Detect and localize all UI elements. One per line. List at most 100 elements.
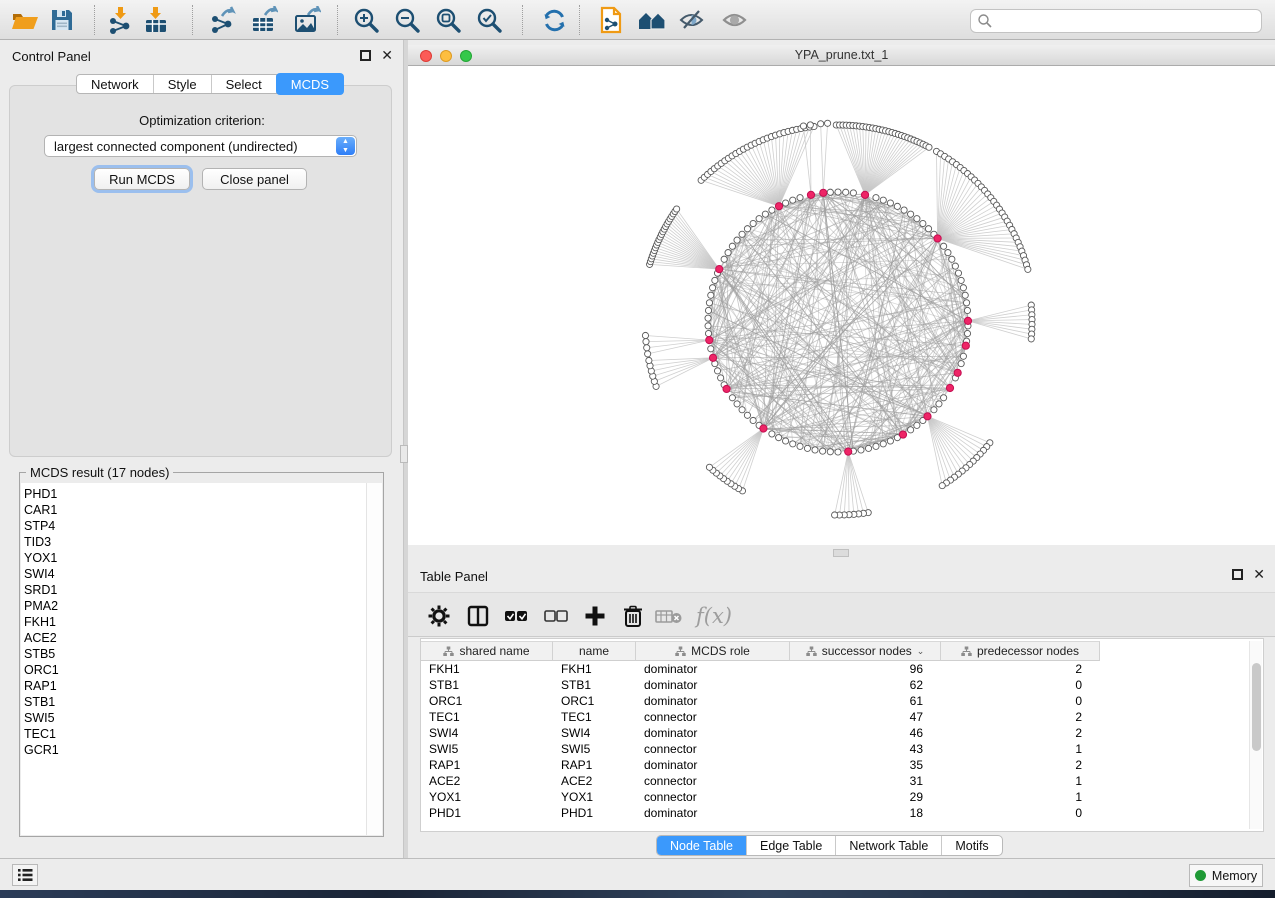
cell-predecessor-nodes[interactable]: 1 (941, 741, 1100, 757)
cell-successor-nodes[interactable]: 31 (790, 773, 941, 789)
hide-selected-button[interactable] (675, 4, 709, 36)
cell-predecessor-nodes[interactable]: 0 (941, 805, 1100, 821)
mcds-result-item[interactable]: ACE2 (24, 630, 382, 646)
deselect-all-rows-button[interactable] (541, 601, 571, 631)
cell-successor-nodes[interactable]: 62 (790, 677, 941, 693)
cell-MCDS-role[interactable]: connector (636, 741, 790, 757)
cell-name[interactable]: TEC1 (553, 709, 636, 725)
cell-shared-name[interactable]: FKH1 (421, 661, 553, 677)
table-scrollbar-thumb[interactable] (1252, 663, 1261, 751)
zoom-selected-button[interactable] (472, 4, 506, 36)
save-session-button[interactable] (45, 4, 79, 36)
tab-network[interactable]: Network (77, 75, 154, 93)
tab-mcds[interactable]: MCDS (276, 73, 344, 95)
mcds-result-item[interactable]: PMA2 (24, 598, 382, 614)
table-row[interactable]: RAP1RAP1dominator352 (421, 757, 1100, 773)
tab-edge-table[interactable]: Edge Table (747, 836, 836, 855)
mcds-result-item[interactable]: TEC1 (24, 726, 382, 742)
cell-successor-nodes[interactable]: 35 (790, 757, 941, 773)
cell-name[interactable]: YOX1 (553, 789, 636, 805)
delete-columns-button[interactable] (618, 601, 648, 631)
horizontal-splitter-grip[interactable] (833, 549, 849, 557)
cell-name[interactable]: PHD1 (553, 805, 636, 821)
zoom-out-button[interactable] (390, 4, 424, 36)
delete-table-button[interactable] (654, 601, 684, 631)
cell-shared-name[interactable]: SWI5 (421, 741, 553, 757)
tab-motifs[interactable]: Motifs (942, 836, 1001, 855)
show-all-button[interactable] (718, 4, 752, 36)
cell-predecessor-nodes[interactable]: 2 (941, 709, 1100, 725)
network-window-titlebar[interactable]: YPA_prune.txt_1 (408, 45, 1275, 66)
table-options-button[interactable] (424, 601, 454, 631)
column-header-MCDS-role[interactable]: MCDS role (636, 641, 790, 661)
table-row[interactable]: FKH1FKH1dominator962 (421, 661, 1100, 677)
column-header-predecessor-nodes[interactable]: predecessor nodes (941, 641, 1100, 661)
table-row[interactable]: SWI5SWI5connector431 (421, 741, 1100, 757)
run-mcds-button[interactable]: Run MCDS (94, 168, 190, 190)
table-row[interactable]: TEC1TEC1connector472 (421, 709, 1100, 725)
cell-name[interactable]: RAP1 (553, 757, 636, 773)
network-canvas[interactable] (408, 66, 1275, 545)
cell-name[interactable]: SWI4 (553, 725, 636, 741)
zoom-fit-button[interactable] (431, 4, 465, 36)
cell-shared-name[interactable]: ACE2 (421, 773, 553, 789)
mcds-result-item[interactable]: FKH1 (24, 614, 382, 630)
mcds-result-item[interactable]: STB1 (24, 694, 382, 710)
tab-node-table[interactable]: Node Table (657, 836, 747, 855)
cell-predecessor-nodes[interactable]: 2 (941, 757, 1100, 773)
cell-shared-name[interactable]: SWI4 (421, 725, 553, 741)
close-panel-icon[interactable]: ✕ (381, 50, 393, 61)
cell-successor-nodes[interactable]: 96 (790, 661, 941, 677)
cell-predecessor-nodes[interactable]: 2 (941, 661, 1100, 677)
close-panel-button[interactable]: Close panel (202, 168, 307, 190)
mcds-result-item[interactable]: RAP1 (24, 678, 382, 694)
table-row[interactable]: STB1STB1dominator620 (421, 677, 1100, 693)
cell-successor-nodes[interactable]: 29 (790, 789, 941, 805)
table-row[interactable]: ACE2ACE2connector311 (421, 773, 1100, 789)
cell-name[interactable]: ACE2 (553, 773, 636, 789)
cell-shared-name[interactable]: YOX1 (421, 789, 553, 805)
mcds-result-list[interactable]: PHD1CAR1STP4TID3YOX1SWI4SRD1PMA2FKH1ACE2… (21, 483, 382, 835)
search-input[interactable] (993, 14, 1261, 28)
cell-successor-nodes[interactable]: 18 (790, 805, 941, 821)
mcds-result-item[interactable]: STB5 (24, 646, 382, 662)
mcds-result-item[interactable]: ORC1 (24, 662, 382, 678)
cell-shared-name[interactable]: RAP1 (421, 757, 553, 773)
table-row[interactable]: YOX1YOX1connector291 (421, 789, 1100, 805)
first-neighbors-button[interactable] (635, 4, 669, 36)
show-panels-menu-button[interactable] (12, 864, 38, 886)
search-field[interactable] (970, 9, 1262, 33)
cell-shared-name[interactable]: PHD1 (421, 805, 553, 821)
cell-successor-nodes[interactable]: 61 (790, 693, 941, 709)
close-panel-icon[interactable]: ✕ (1253, 569, 1265, 580)
cell-successor-nodes[interactable]: 43 (790, 741, 941, 757)
cell-MCDS-role[interactable]: dominator (636, 725, 790, 741)
cell-MCDS-role[interactable]: dominator (636, 693, 790, 709)
zoom-in-button[interactable] (349, 4, 383, 36)
tab-select[interactable]: Select (212, 75, 277, 93)
mcds-result-item[interactable]: SRD1 (24, 582, 382, 598)
mcds-result-item[interactable]: SWI4 (24, 566, 382, 582)
table-scrollbar[interactable] (1249, 641, 1262, 829)
float-panel-icon[interactable] (1232, 569, 1243, 580)
mcds-result-item[interactable]: PHD1 (24, 486, 382, 502)
window-close-traffic-light[interactable] (420, 50, 432, 62)
window-minimize-traffic-light[interactable] (440, 50, 452, 62)
table-row[interactable]: SWI4SWI4dominator462 (421, 725, 1100, 741)
mcds-result-item[interactable]: YOX1 (24, 550, 382, 566)
mcds-result-item[interactable]: CAR1 (24, 502, 382, 518)
export-network-button[interactable] (206, 4, 240, 36)
cell-MCDS-role[interactable]: dominator (636, 757, 790, 773)
optimization-criterion-select[interactable]: largest connected component (undirected)… (44, 135, 357, 157)
float-panel-icon[interactable] (360, 50, 371, 61)
import-table-button[interactable] (139, 4, 173, 36)
tab-network-table[interactable]: Network Table (836, 836, 942, 855)
cell-MCDS-role[interactable]: dominator (636, 677, 790, 693)
cell-name[interactable]: SWI5 (553, 741, 636, 757)
add-column-button[interactable] (580, 601, 610, 631)
mcds-list-scrollbar[interactable] (366, 483, 382, 835)
cell-predecessor-nodes[interactable]: 1 (941, 773, 1100, 789)
cell-shared-name[interactable]: STB1 (421, 677, 553, 693)
mcds-result-item[interactable]: SWI5 (24, 710, 382, 726)
cell-MCDS-role[interactable]: dominator (636, 805, 790, 821)
